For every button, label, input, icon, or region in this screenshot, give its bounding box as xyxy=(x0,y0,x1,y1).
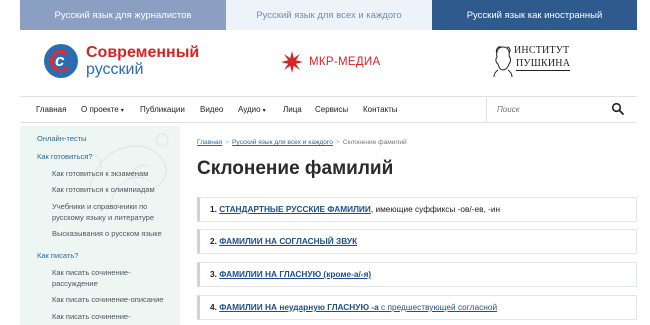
site-switcher: Русский язык для журналистов Русский язы… xyxy=(0,0,650,30)
item-rest: , имеющие суффиксы -ов/-ев, -ин xyxy=(370,204,501,214)
nav-item-label: Аудио xyxy=(238,105,261,114)
sidebar-item-how-to-prepare[interactable]: Как готовиться? xyxy=(37,151,93,162)
sidebar-item-quotes[interactable]: Высказывания о русском языке xyxy=(52,228,170,239)
page-title: Склонение фамилий xyxy=(197,158,394,179)
list-item: 2. ФАМИЛИИ НА СОГЛАСНЫЙ ЗВУК xyxy=(197,229,637,254)
breadcrumb-separator: > xyxy=(225,139,229,146)
breadcrumb-current: Склонение фамилий xyxy=(342,139,407,146)
sidebar-item-essay-more[interactable]: Как писать сочинение- xyxy=(52,311,170,322)
item-link[interactable]: СТАНДАРТНЫЕ РУССКИЕ ФАМИЛИИ xyxy=(219,204,371,214)
sidebar-item-exams[interactable]: Как готовиться к экзаменам xyxy=(52,168,170,179)
item-link[interactable]: ФАМИЛИИ НА СОГЛАСНЫЙ ЗВУК xyxy=(219,236,357,246)
sidebar-item-how-to-write[interactable]: Как писать? xyxy=(37,250,78,261)
logo-text-line1: Современный xyxy=(86,44,200,61)
nav-item-audio[interactable]: Аудио ▾ xyxy=(238,97,266,122)
sidebar-item-online-tests[interactable]: Онлайн-тесты xyxy=(37,133,86,144)
nav-item-services[interactable]: Сервисы xyxy=(315,97,348,122)
sidebar-item-essay-description[interactable]: Как писать сочинение-описание xyxy=(52,294,170,305)
main-nav: Главная О проекте ▾ Публикации Видео Ауди… xyxy=(20,96,637,123)
tab-journalists[interactable]: Русский язык для журналистов xyxy=(20,0,226,30)
nav-item-faces[interactable]: Лица xyxy=(283,97,302,122)
search-icon[interactable] xyxy=(611,102,625,116)
sidebar-item-textbooks[interactable]: Учебники и справочники по русскому языку… xyxy=(52,201,170,223)
logo-sovremenny-russkiy[interactable]: с Современный русский xyxy=(44,40,199,82)
chevron-down-icon: ▾ xyxy=(120,108,124,114)
item-link[interactable]: ФАМИЛИИ НА ГЛАСНУЮ (кроме-а/-я) xyxy=(219,269,371,279)
nav-item-publications[interactable]: Публикации xyxy=(140,97,185,122)
mkr-star-icon xyxy=(281,51,303,73)
sidebar-item-olympiads[interactable]: Как готовиться к олимпиадам xyxy=(52,184,170,195)
nav-item-home[interactable]: Главная xyxy=(36,97,66,122)
item-number: 4. xyxy=(210,302,217,312)
list-item: 3. ФАМИЛИИ НА ГЛАСНУЮ (кроме-а/-я) xyxy=(197,262,637,287)
logo-text-line2: русский xyxy=(86,61,144,78)
item-link-tail[interactable]: с предшествующей согласной xyxy=(379,302,497,312)
nav-item-label: О проекте xyxy=(81,105,119,114)
search-box xyxy=(486,97,637,122)
globe-logo-icon: с xyxy=(44,44,78,78)
pushkin-logo-line2: ПУШКИНА xyxy=(516,58,571,71)
pushkin-logo-line1: ИНСТИТУТ xyxy=(514,45,570,56)
breadcrumb-home[interactable]: Главная xyxy=(197,139,222,146)
logo-pushkin-institute[interactable]: ИНСТИТУТ ПУШКИНА xyxy=(492,42,572,80)
nav-item-contacts[interactable]: Контакты xyxy=(363,97,398,122)
breadcrumb-section[interactable]: Русский язык для всех и каждого xyxy=(232,139,333,146)
breadcrumb: Главная > Русский язык для всех и каждого >… xyxy=(197,139,407,146)
sidebar: Онлайн-тесты Как готовиться? Как готовит… xyxy=(20,126,180,325)
sidebar-item-essay-reasoning[interactable]: Как писать сочинение-рассуждение xyxy=(52,267,170,289)
item-number: 2. xyxy=(210,236,217,246)
nav-item-about[interactable]: О проекте ▾ xyxy=(81,97,124,122)
item-number: 3. xyxy=(210,269,217,279)
search-input[interactable] xyxy=(497,102,607,117)
pushkin-portrait-icon xyxy=(493,46,513,78)
mkr-logo-text: МКР-МЕДИА xyxy=(309,56,381,68)
item-link[interactable]: ФАМИЛИИ НА неударную ГЛАСНУЮ -а xyxy=(219,302,378,312)
list-item: 1. СТАНДАРТНЫЕ РУССКИЕ ФАМИЛИИ, имеющие … xyxy=(197,197,637,222)
nav-item-video[interactable]: Видео xyxy=(200,97,223,122)
chevron-down-icon: ▾ xyxy=(262,108,266,114)
breadcrumb-separator: > xyxy=(335,139,340,146)
item-number: 1. xyxy=(210,204,217,214)
tab-foreign[interactable]: Русский язык как иностранный xyxy=(432,0,637,30)
list-item: 4. ФАМИЛИИ НА неударную ГЛАСНУЮ -а с пре… xyxy=(197,295,637,320)
logo-mkr-media[interactable]: МКР-МЕДИА xyxy=(280,48,380,76)
tab-everyone[interactable]: Русский язык для всех и каждого xyxy=(226,0,432,30)
